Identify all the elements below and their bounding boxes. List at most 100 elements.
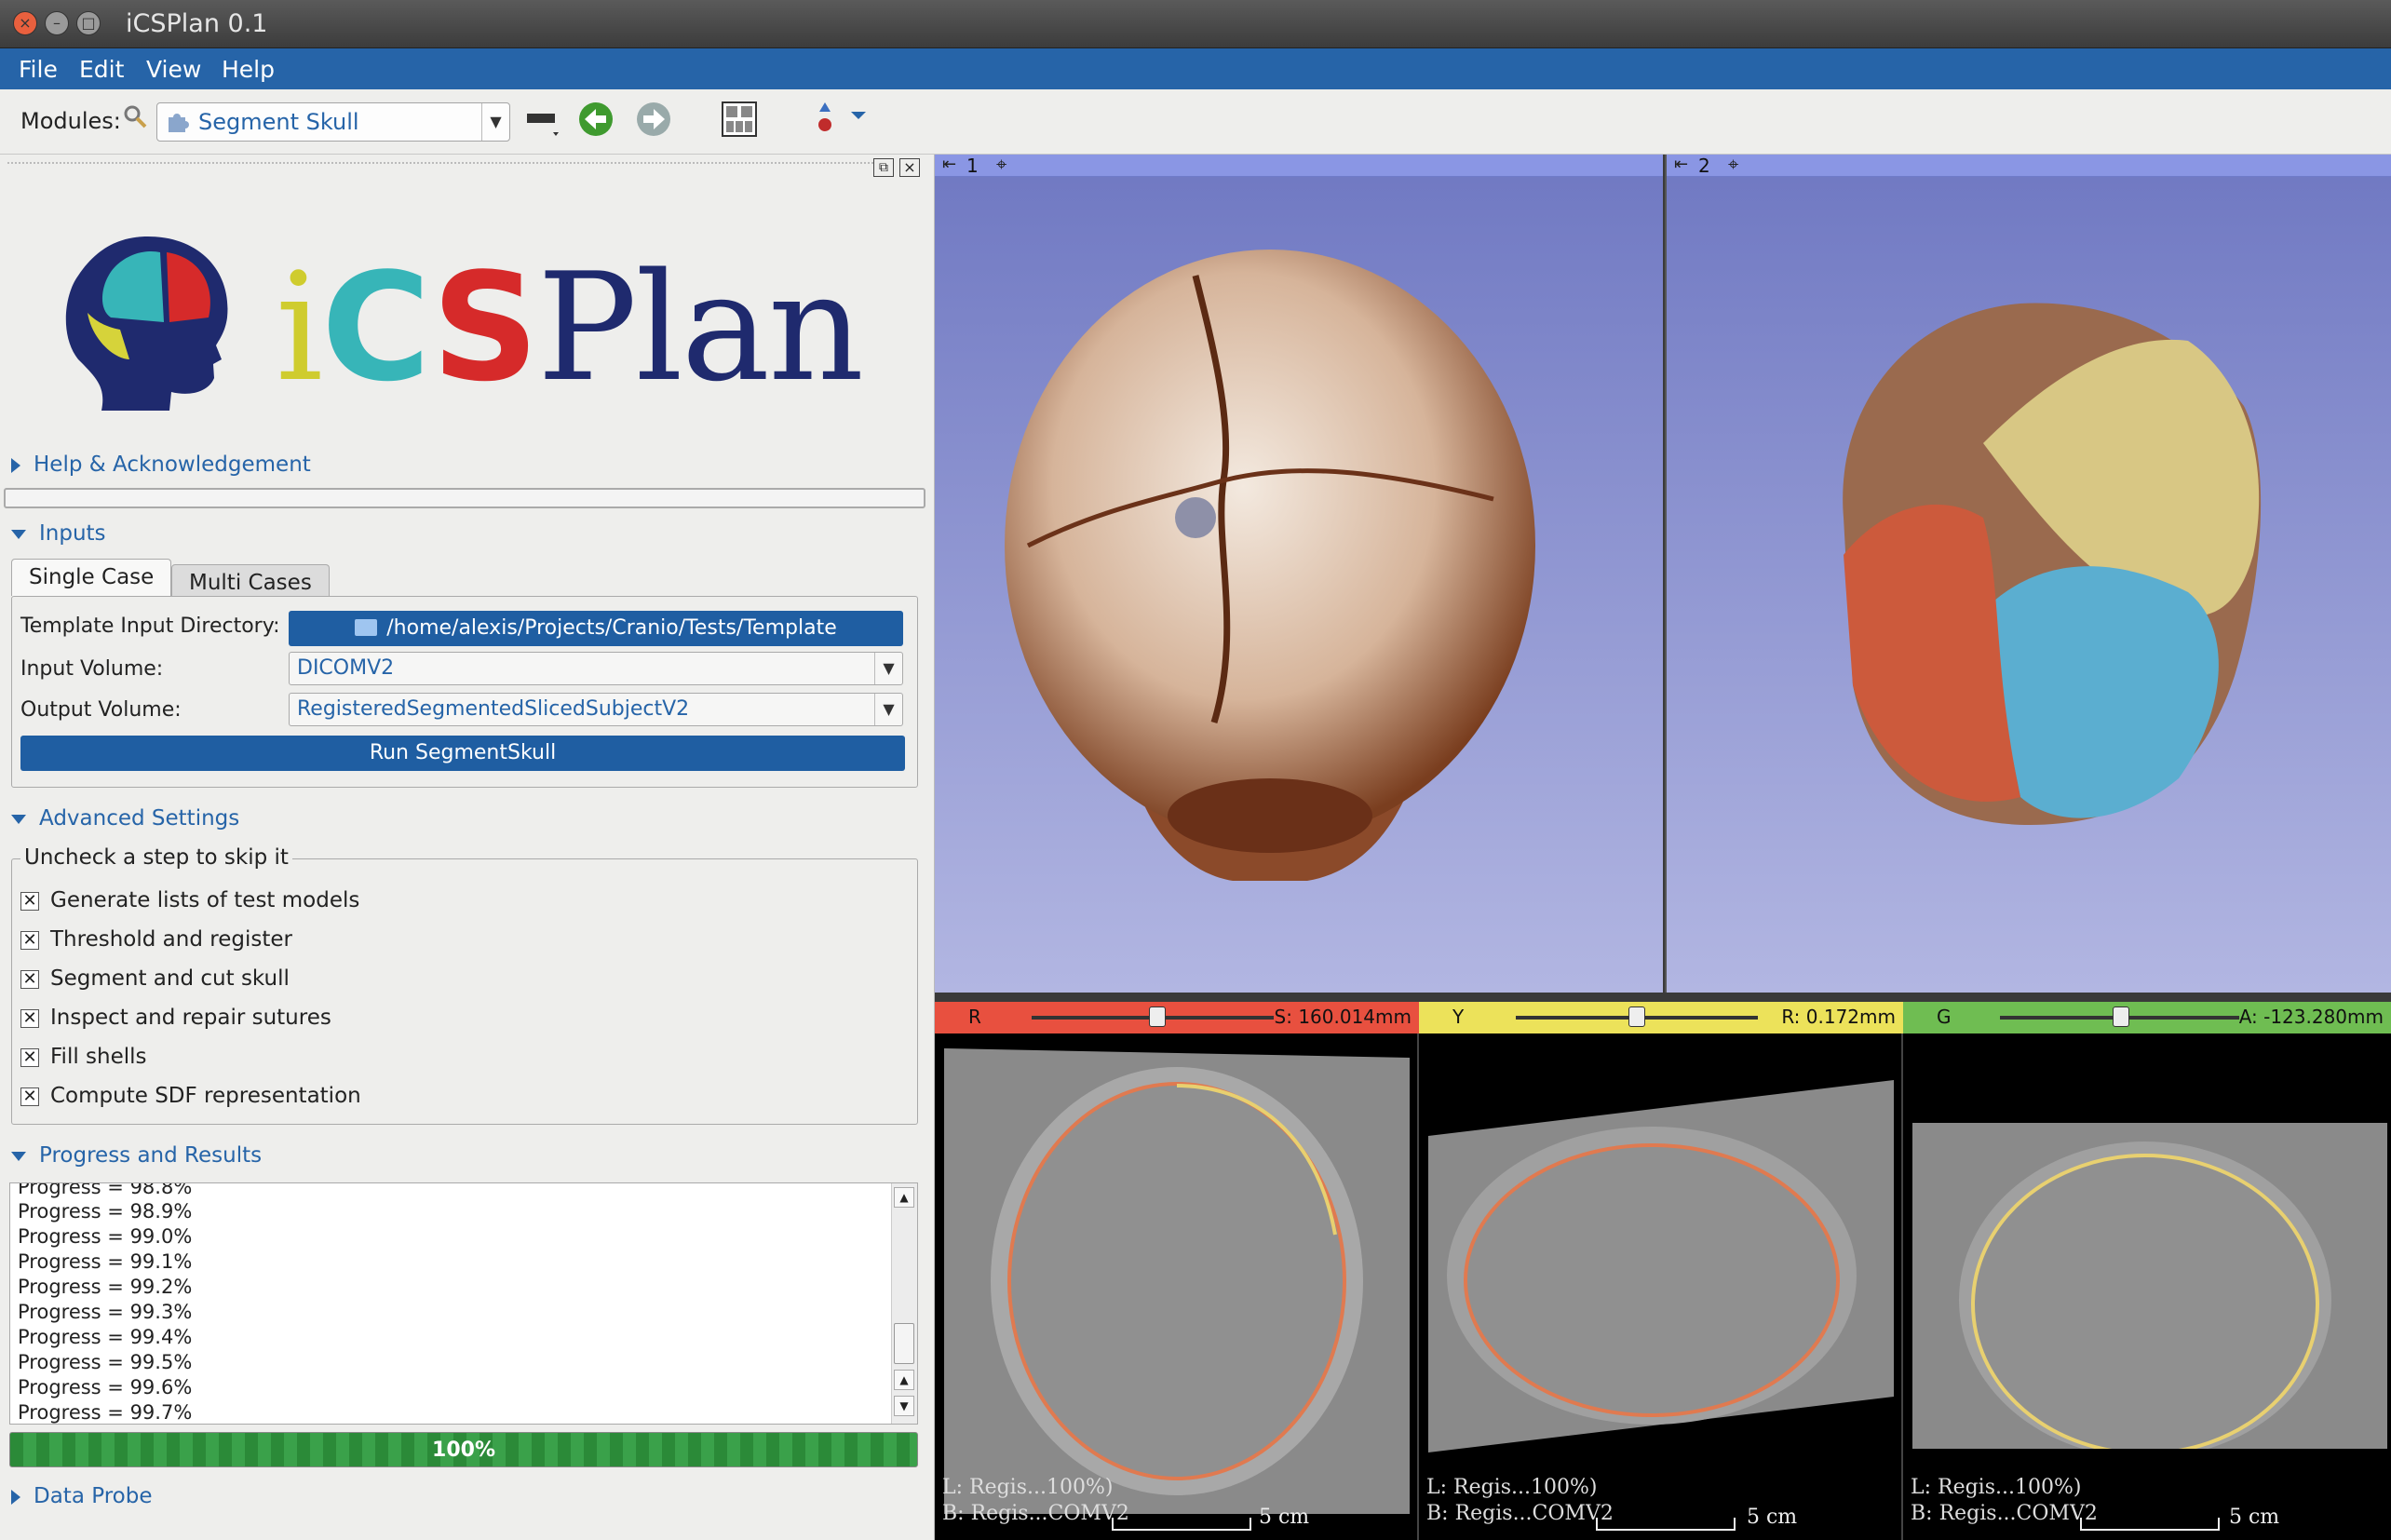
slice-corner-label: L: Regis...100%) <box>1911 1476 2082 1499</box>
collapse-arrow-icon <box>11 529 26 539</box>
checkbox-checked-icon[interactable]: ✕ <box>20 1008 39 1028</box>
layout-icon[interactable] <box>719 99 760 140</box>
close-panel-icon[interactable]: × <box>899 158 920 177</box>
slice-corner-label: B: Regis...COMV2 <box>1911 1502 2098 1525</box>
slider-thumb[interactable] <box>2113 1006 2129 1027</box>
green-slice-controller[interactable]: G A: -123.280mm <box>1903 1002 2391 1033</box>
help-section-header[interactable]: Help & Acknowledgement <box>11 453 311 477</box>
output-volume-select[interactable]: RegisteredSegmentedSlicedSubjectV2 ▼ <box>289 693 903 726</box>
yellow-slice-controller[interactable]: Y R: 0.172mm <box>1419 1002 1903 1033</box>
checkbox-checked-icon[interactable]: ✕ <box>20 930 39 950</box>
step-checkbox[interactable]: ✕ Fill shells <box>20 1045 147 1069</box>
slider-thumb[interactable] <box>1628 1006 1645 1027</box>
green-slice-slider[interactable] <box>2000 1006 2242 1027</box>
checkbox-checked-icon[interactable]: ✕ <box>20 969 39 989</box>
scale-label: 5 cm <box>1747 1506 1798 1529</box>
maximize-button[interactable]: □ <box>76 11 101 35</box>
checkbox-checked-icon[interactable]: ✕ <box>20 891 39 911</box>
coronal-ct-slice <box>1912 1123 2387 1449</box>
log-line: Progress = 98.9% <box>18 1200 193 1223</box>
red-slice-view[interactable]: L: Regis...100%) B: Regis...COMV2 5 cm <box>935 1033 1419 1540</box>
slice-corner-label: B: Regis...COMV2 <box>942 1502 1129 1525</box>
input-volume-value: DICOMV2 <box>297 656 395 680</box>
step-checkbox[interactable]: ✕ Threshold and register <box>20 927 292 952</box>
scroll-thumb[interactable] <box>894 1323 914 1364</box>
log-scrollbar[interactable]: ▲ ▲ ▼ <box>891 1183 917 1424</box>
data-probe-section-header[interactable]: Data Probe <box>11 1484 152 1508</box>
input-volume-select[interactable]: DICOMV2 ▼ <box>289 652 903 685</box>
step-checkbox[interactable]: ✕ Segment and cut skull <box>20 966 290 991</box>
menu-view[interactable]: View <box>146 56 201 83</box>
advanced-section-header[interactable]: Advanced Settings <box>11 806 239 831</box>
tab-multi-cases[interactable]: Multi Cases <box>171 564 330 596</box>
chevron-down-icon[interactable] <box>849 106 868 125</box>
module-history-icon[interactable] <box>521 101 562 142</box>
scroll-up-icon[interactable]: ▲ <box>894 1370 914 1390</box>
menu-edit[interactable]: Edit <box>79 56 124 83</box>
scroll-down-icon[interactable]: ▼ <box>894 1396 914 1416</box>
center-view-icon[interactable]: ⌖ <box>996 153 1006 175</box>
module-selector[interactable]: Segment Skull ▼ <box>156 102 510 142</box>
progress-log[interactable]: Progress = 98.8% Progress = 98.9% Progre… <box>9 1182 918 1425</box>
forward-arrow-icon[interactable] <box>633 99 674 140</box>
title-bar: × – □ iCSPlan 0.1 <box>0 0 2391 48</box>
menu-help[interactable]: Help <box>222 56 275 83</box>
green-slice-view[interactable]: L: Regis...100%) B: Regis...COMV2 5 cm <box>1903 1033 2391 1540</box>
yellow-slice-view[interactable]: L: Regis...100%) B: Regis...COMV2 5 cm <box>1419 1033 1903 1540</box>
run-segment-skull-button[interactable]: Run SegmentSkull <box>20 736 905 771</box>
segmented-skull-model <box>1843 303 2262 825</box>
scale-ruler <box>1596 1518 1736 1531</box>
yellow-slice-offset[interactable]: R: 0.172mm <box>1781 1006 1896 1028</box>
log-line: Progress = 99.2% <box>18 1276 193 1298</box>
tab-single-case[interactable]: Single Case <box>11 559 172 596</box>
module-selector-value: Segment Skull <box>198 109 359 135</box>
center-view-icon[interactable]: ⌖ <box>1728 153 1738 175</box>
scale-ruler <box>2080 1518 2220 1531</box>
scale-label: 5 cm <box>2229 1506 2280 1529</box>
collapse-arrow-icon <box>11 1151 26 1161</box>
yellow-slice-letter: Y <box>1452 1006 1465 1028</box>
3d-view-1[interactable]: ⇤ 1 ⌖ <box>935 153 1663 993</box>
float-panel-icon[interactable]: ⧉ <box>873 158 894 177</box>
advanced-legend: Uncheck a step to skip it <box>20 845 292 870</box>
progress-bar: 100% <box>9 1432 918 1467</box>
pin-icon[interactable]: ⇤ <box>1674 155 1688 174</box>
crosshair-icon[interactable] <box>808 99 849 140</box>
minimize-button[interactable]: – <box>45 11 69 35</box>
progress-section-header[interactable]: Progress and Results <box>11 1143 262 1168</box>
back-arrow-icon[interactable] <box>575 99 616 140</box>
expand-arrow-icon <box>11 1489 20 1505</box>
red-slice-offset[interactable]: S: 160.014mm <box>1274 1006 1412 1028</box>
expand-arrow-icon <box>11 457 20 473</box>
checkbox-checked-icon[interactable]: ✕ <box>20 1087 39 1106</box>
checkbox-checked-icon[interactable]: ✕ <box>20 1047 39 1067</box>
view-2-controller[interactable]: ⇤ 2 ⌖ <box>1667 153 2391 177</box>
close-button[interactable]: × <box>13 11 37 35</box>
skull-volume-render <box>1005 250 1535 881</box>
log-line: Progress = 99.1% <box>18 1250 193 1273</box>
slice-corner-label: B: Regis...COMV2 <box>1426 1502 1614 1525</box>
red-slice-slider[interactable] <box>1032 1006 1274 1027</box>
red-slice-controller[interactable]: R S: 160.014mm <box>935 1002 1419 1033</box>
step-checkbox[interactable]: ✕ Generate lists of test models <box>20 888 359 912</box>
panel-grip[interactable] <box>7 162 873 168</box>
template-dir-button[interactable]: /home/alexis/Projects/Cranio/Tests/Templ… <box>289 611 903 646</box>
pin-icon[interactable]: ⇤ <box>942 155 956 174</box>
scroll-up-icon[interactable]: ▲ <box>894 1187 914 1208</box>
output-volume-label: Output Volume: <box>20 698 182 722</box>
green-slice-offset[interactable]: A: -123.280mm <box>2238 1006 2384 1028</box>
menu-file[interactable]: File <box>19 56 58 83</box>
inputs-section-header[interactable]: Inputs <box>11 521 106 546</box>
yellow-slice-slider[interactable] <box>1516 1006 1758 1027</box>
3d-view-2[interactable]: ⇤ 2 ⌖ <box>1665 153 2391 993</box>
log-line: Progress = 99.5% <box>18 1351 193 1373</box>
chevron-down-icon: ▼ <box>874 653 902 684</box>
view-1-controller[interactable]: ⇤ 1 ⌖ <box>935 153 1663 177</box>
slider-thumb[interactable] <box>1149 1006 1167 1027</box>
search-icon[interactable] <box>121 102 149 130</box>
step-checkbox[interactable]: ✕ Inspect and repair sutures <box>20 1006 331 1030</box>
step-checkbox[interactable]: ✕ Compute SDF representation <box>20 1084 361 1108</box>
view-2-label: 2 <box>1698 155 1710 177</box>
app-logo-text: iCSPlan <box>276 240 864 414</box>
input-volume-label: Input Volume: <box>20 657 164 681</box>
